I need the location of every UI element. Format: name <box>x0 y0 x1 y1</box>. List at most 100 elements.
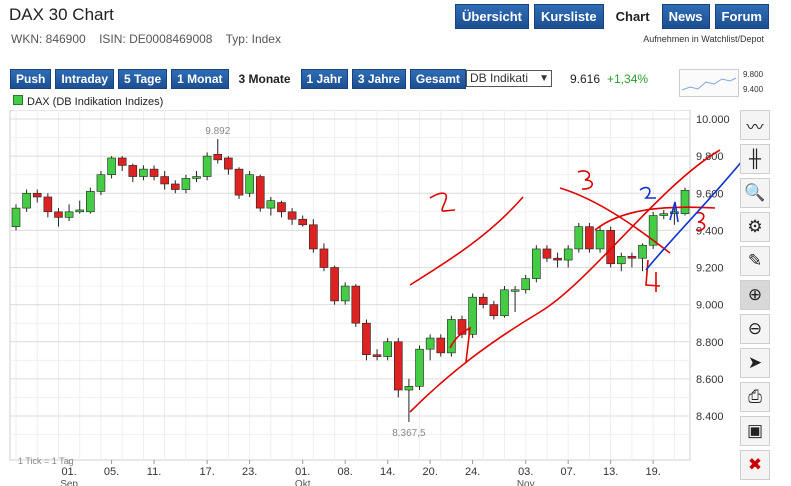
candle-body <box>340 285 350 302</box>
y-tick-label: 8.600 <box>696 374 724 386</box>
chart-candles: 9.892 8.367,5 <box>11 126 690 439</box>
x-tick-label: 01. <box>61 466 76 478</box>
candle-body <box>659 213 669 216</box>
nav-tab-news[interactable]: News <box>661 4 710 29</box>
candle-body <box>11 207 21 227</box>
range-push[interactable]: Push <box>10 69 52 89</box>
candle-body <box>319 248 329 268</box>
x-tick-label: 19. <box>645 466 660 478</box>
range-tabs: Push Intraday 5 Tage 1 Monat 3 Monate 1 … <box>10 69 466 89</box>
range-gesamt[interactable]: Gesamt <box>409 69 466 89</box>
candle-body <box>64 211 74 218</box>
candle-body <box>32 192 42 198</box>
watchlist-link[interactable]: Watchlist/Depot <box>701 34 764 44</box>
candlestick-chart[interactable]: 10.0009.8009.6009.4009.2009.0008.8008.60… <box>0 110 740 486</box>
candle-body <box>595 230 605 250</box>
exchange-select[interactable]: DB Indikati ▼ <box>466 70 552 87</box>
x-tick-label: 07. <box>561 466 576 478</box>
candle-body <box>415 348 424 387</box>
candle-body <box>298 218 308 226</box>
x-tick-label: 08. <box>338 466 353 478</box>
nav-tab-forum[interactable]: Forum <box>714 4 769 29</box>
zoom-in-icon[interactable]: ⊕ <box>740 280 770 310</box>
chart-toolbar: 〰 ╫ 🔍 ⚙ ✎ ⊕ ⊖ ➤ ⎙ ▣ ✖ <box>740 110 772 484</box>
x-month-label: Okt <box>295 479 311 486</box>
x-tick-label: 11. <box>147 466 161 478</box>
candle-body <box>393 341 403 391</box>
mini-chart-sparkline <box>681 77 737 91</box>
wkn: WKN: 846900 <box>11 32 86 46</box>
watchlist-prefix: Aufnehmen in <box>643 34 699 44</box>
settings-icon[interactable]: ⚙ <box>740 212 770 242</box>
mini-chart-low: 9.400 <box>743 85 764 94</box>
candle-body <box>680 189 690 214</box>
delete-icon[interactable]: ✖ <box>740 450 770 480</box>
watchlist-text: Aufnehmen in Watchlist/Depot <box>643 34 764 44</box>
candle-body <box>532 248 541 279</box>
candle-body <box>255 176 265 209</box>
candle-body <box>574 226 584 250</box>
candle-body <box>489 304 499 317</box>
candle-body <box>149 168 159 177</box>
y-tick-label: 9.000 <box>696 300 724 312</box>
annotation-digit-3-top <box>577 170 593 190</box>
candle-body <box>181 178 191 190</box>
candle-body <box>224 157 233 170</box>
zoom-out-icon[interactable]: ⊖ <box>740 314 770 344</box>
range-1-monat[interactable]: 1 Monat <box>171 69 229 89</box>
pointer-icon[interactable]: ➤ <box>740 348 770 378</box>
candle-body <box>117 157 127 166</box>
candle-body <box>627 256 637 259</box>
nav-tab-kursliste[interactable]: Kursliste <box>533 4 604 29</box>
min-value-label: 8.367,5 <box>392 428 426 439</box>
candle-body <box>43 196 53 213</box>
candle-body <box>160 176 169 185</box>
save-icon[interactable]: ▣ <box>740 416 770 446</box>
candle-body <box>638 244 647 259</box>
range-intraday[interactable]: Intraday <box>55 69 115 89</box>
legend-swatch <box>13 95 23 105</box>
nav-tab-chart[interactable]: Chart <box>608 4 657 29</box>
candle-body <box>372 354 382 357</box>
ohlc-icon[interactable]: ╫ <box>740 144 770 174</box>
x-tick-label: 03. <box>518 466 533 478</box>
top-nav: Übersicht Kursliste Chart News Forum <box>455 4 769 29</box>
print-icon[interactable]: ⎙ <box>740 382 770 412</box>
x-tick-label: 14. <box>380 466 395 478</box>
range-1-jahr[interactable]: 1 Jahr <box>300 69 348 89</box>
price-change: +1,34% <box>607 72 649 86</box>
candle-body <box>616 256 626 265</box>
candle-body <box>128 165 138 177</box>
candle-body <box>521 278 531 291</box>
line-chart-icon[interactable]: 〰 <box>740 110 770 140</box>
x-tick-label: 20. <box>422 466 437 478</box>
candle-body <box>404 385 414 391</box>
candle-body <box>383 341 392 357</box>
exchange-select-value: DB Indikati <box>470 71 529 85</box>
candle-body <box>585 226 594 250</box>
indicator-icon[interactable]: 🔍 <box>740 178 770 208</box>
y-tick-label: 10.000 <box>696 114 730 126</box>
draw-pencil-icon[interactable]: ✎ <box>740 246 770 276</box>
range-3-jahre[interactable]: 3 Jahre <box>351 69 406 89</box>
candle-body <box>563 248 573 261</box>
x-tick-label: 05. <box>104 466 119 478</box>
annotation-red-upper-line <box>409 196 524 286</box>
candle-body <box>309 224 318 250</box>
x-tick-label: 01. <box>295 466 310 478</box>
mini-chart[interactable] <box>679 69 739 97</box>
y-tick-label: 9.400 <box>696 225 724 237</box>
tick-note: 1 Tick = 1 Tag <box>18 456 74 466</box>
candle-body <box>234 168 244 196</box>
range-5-tage[interactable]: 5 Tage <box>118 69 168 89</box>
candle-body <box>192 176 201 179</box>
range-3-monate[interactable]: 3 Monate <box>232 69 297 89</box>
candle-body <box>542 248 552 259</box>
candle-body <box>266 200 276 209</box>
y-tick-label: 8.800 <box>696 337 724 349</box>
candle-body <box>96 174 106 192</box>
y-tick-label: 9.200 <box>696 263 724 275</box>
max-value-label: 9.892 <box>205 126 230 137</box>
legend-label: DAX (DB Indikation Indizes) <box>27 96 164 108</box>
nav-tab-uebersicht[interactable]: Übersicht <box>455 4 529 29</box>
